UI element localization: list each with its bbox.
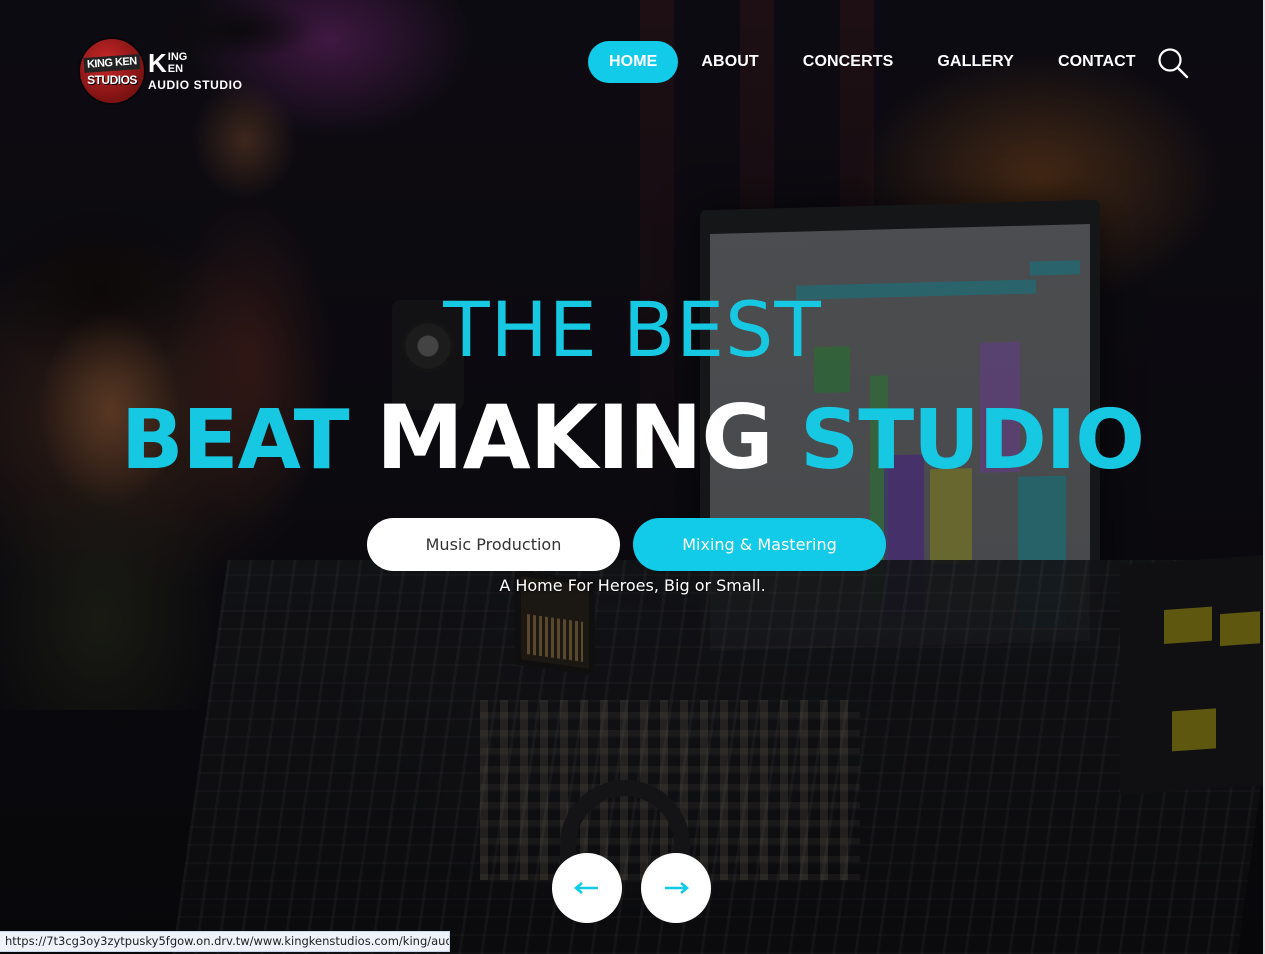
logo-badge: KING KEN STUDIOS (80, 39, 144, 103)
mixing-mastering-button[interactable]: Mixing & Mastering (633, 518, 886, 571)
nav-item-home[interactable]: HOME (588, 41, 679, 83)
hero-title-line1: THE BEST (443, 285, 822, 374)
search-icon (1158, 48, 1189, 79)
hero-word-making: MAKING (376, 386, 773, 489)
logo-wordmark: K ING EN AUDIO STUDIO (148, 47, 243, 92)
slider-next-button[interactable] (641, 853, 711, 923)
status-bar-url: https://7t3cg3oy3zytpusky5fgow.on.drv.tw… (0, 931, 450, 952)
logo-letters-en: EN (167, 62, 184, 75)
hero-word-studio: STUDIO (800, 393, 1145, 488)
arrow-right-icon (665, 882, 689, 894)
logo-letters-ing: ING (167, 50, 188, 63)
hero-tagline: A Home For Heroes, Big or Small. (499, 576, 766, 595)
logo-letter-k: K (148, 47, 167, 78)
slider-prev-button[interactable] (552, 853, 622, 923)
nav-item-about[interactable]: ABOUT (680, 41, 779, 83)
hero-word-beat: BEAT (120, 393, 350, 488)
main-nav: HOME ABOUT CONCERTS GALLERY CONTACT (588, 41, 1159, 83)
arrow-left-icon (574, 882, 598, 894)
hero-title-line2: BEAT MAKING STUDIO (0, 388, 1265, 491)
search-button[interactable] (1156, 46, 1190, 80)
music-production-button[interactable]: Music Production (367, 518, 620, 571)
logo-badge-line2: STUDIOS (87, 72, 137, 87)
nav-item-contact[interactable]: CONTACT (1037, 41, 1157, 83)
nav-item-concerts[interactable]: CONCERTS (782, 41, 915, 83)
site-logo[interactable]: KING KEN STUDIOS K ING EN AUDIO STUDIO (80, 36, 250, 106)
logo-badge-line1: KING KEN (83, 53, 141, 73)
logo-subtitle: AUDIO STUDIO (148, 77, 243, 92)
nav-item-gallery[interactable]: GALLERY (916, 41, 1035, 83)
